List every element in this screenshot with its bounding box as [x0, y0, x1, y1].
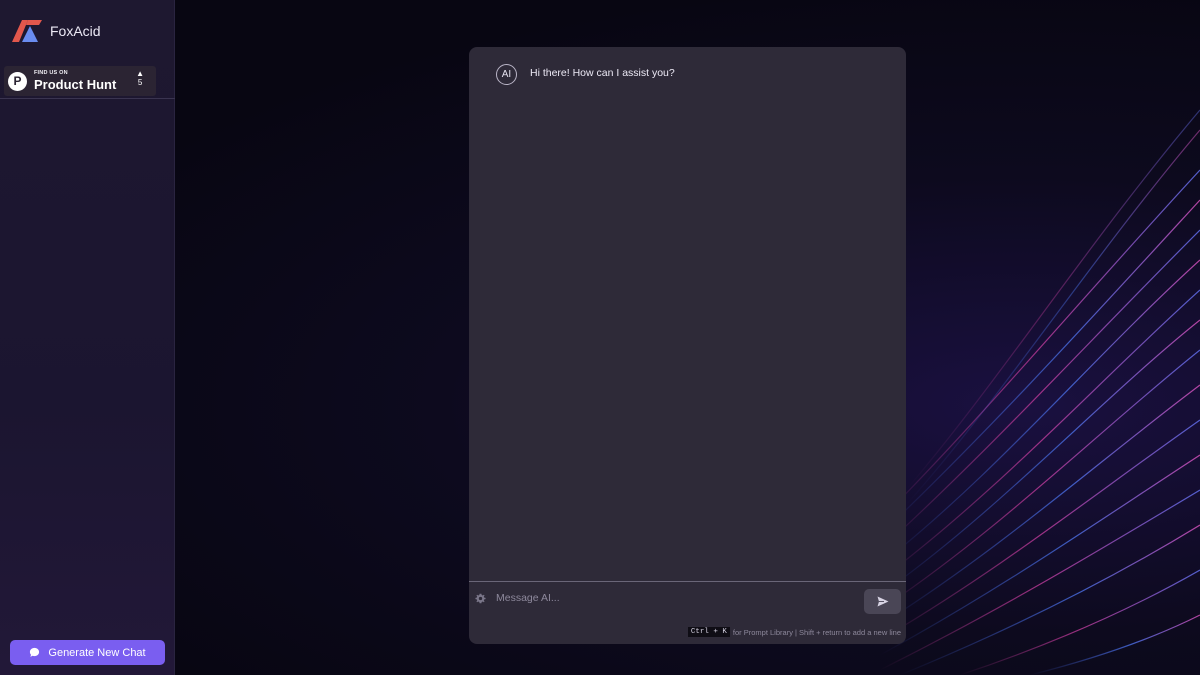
ai-message-text: Hi there! How can I assist you? — [530, 67, 675, 79]
product-hunt-vote-count: 5 — [137, 77, 143, 87]
composer-divider — [469, 581, 906, 582]
product-hunt-badge[interactable]: P FIND US ON Product Hunt ▲ 5 — [4, 66, 156, 96]
sidebar: FoxAcid P FIND US ON Product Hunt ▲ 5 Ge… — [0, 0, 175, 675]
chat-bubble-icon — [30, 647, 40, 657]
send-button[interactable] — [864, 589, 901, 614]
product-hunt-small-label: FIND US ON — [34, 69, 68, 76]
product-hunt-text: FIND US ON Product Hunt — [34, 69, 117, 93]
gear-icon[interactable] — [475, 593, 486, 604]
sidebar-divider — [0, 98, 175, 99]
product-hunt-logo-icon: P — [8, 71, 27, 91]
message-row: AI Hi there! How can I assist you? — [496, 64, 675, 85]
input-hint-text: for Prompt Library | Shift + return to a… — [732, 627, 901, 637]
product-hunt-big-label: Product Hunt — [34, 77, 117, 93]
brand-name: FoxAcid — [50, 23, 101, 39]
product-hunt-votes: ▲ 5 — [136, 69, 144, 88]
brand[interactable]: FoxAcid — [10, 18, 101, 44]
foxacid-logo-icon — [12, 20, 42, 42]
input-hint: Ctrl + K for Prompt Library | Shift + re… — [687, 627, 901, 637]
prompt-library-shortcut: Ctrl + K — [687, 627, 730, 637]
chat-panel: AI Hi there! How can I assist you? Ctrl … — [469, 47, 906, 644]
ai-avatar: AI — [496, 64, 517, 85]
send-icon — [877, 596, 888, 607]
generate-new-chat-button[interactable]: Generate New Chat — [10, 640, 165, 665]
message-input[interactable] — [494, 588, 854, 608]
generate-new-chat-label: Generate New Chat — [48, 646, 146, 659]
